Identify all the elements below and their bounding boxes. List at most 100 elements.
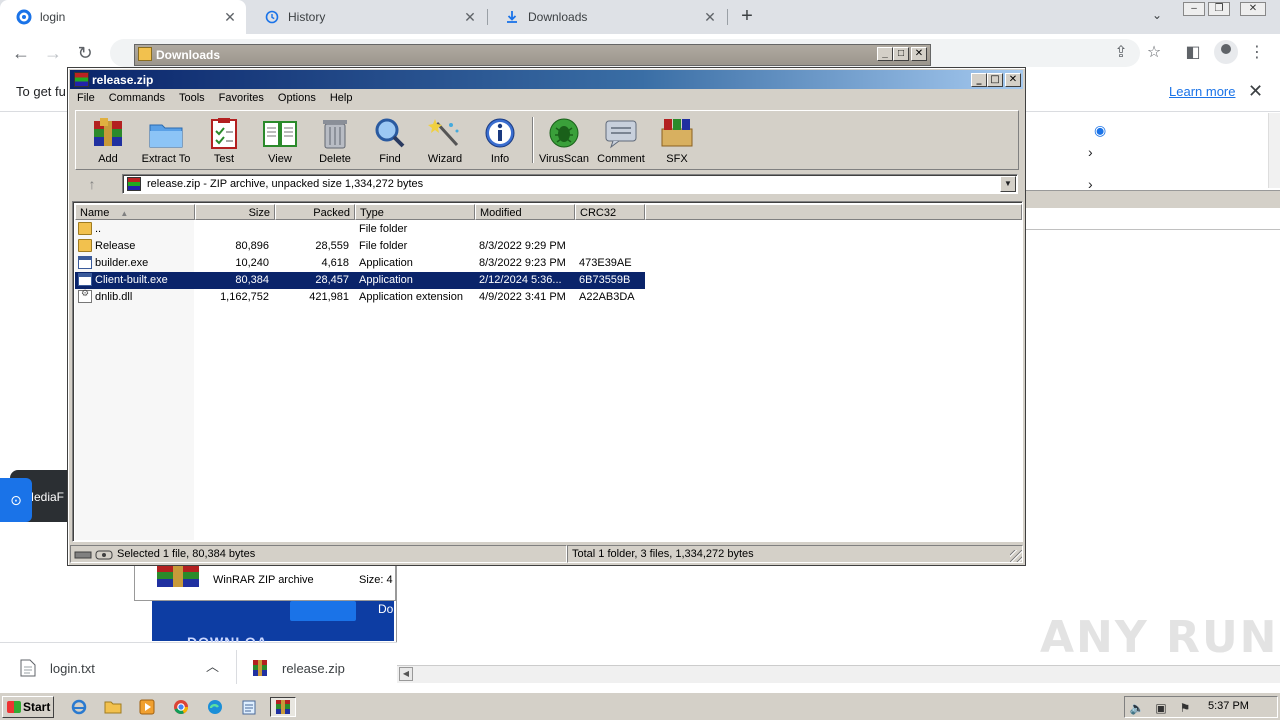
- learn-more-link[interactable]: Learn more: [1169, 84, 1235, 99]
- extract-to-button[interactable]: Extract To: [138, 113, 194, 167]
- winrar-archive-icon: [127, 177, 141, 191]
- file-list[interactable]: Name ▲ Size Packed Type Modified CRC32 .…: [72, 201, 1023, 542]
- menu-commands[interactable]: Commands: [102, 89, 172, 108]
- close-button[interactable]: ✕: [911, 47, 927, 61]
- close-icon[interactable]: ✕: [462, 9, 478, 25]
- table-row[interactable]: .. File folder: [75, 221, 645, 238]
- close-icon[interactable]: ✕: [222, 9, 238, 25]
- back-arrow-icon[interactable]: ←: [10, 42, 32, 64]
- windows-logo-icon: [7, 701, 21, 713]
- size-label: Size: 4: [359, 574, 393, 586]
- background-panel-band: [1025, 190, 1280, 208]
- share-icon[interactable]: ⇪: [1110, 42, 1132, 64]
- wizard-button[interactable]: Wizard: [417, 113, 473, 167]
- tab-login[interactable]: login ✕: [0, 0, 246, 34]
- maximize-button[interactable]: □: [987, 73, 1003, 87]
- tab-search-chevron-icon[interactable]: ⌄: [1152, 8, 1162, 22]
- close-icon[interactable]: ✕: [702, 9, 718, 25]
- download-button[interactable]: [290, 601, 356, 621]
- start-button[interactable]: Start: [2, 696, 54, 718]
- comment-button[interactable]: Comment: [593, 113, 649, 167]
- taskbar-clock[interactable]: 5:37 PM: [1208, 700, 1249, 712]
- table-row[interactable]: builder.exe 10,240 4,618 Application 8/3…: [75, 255, 645, 272]
- scroll-left-arrow-icon[interactable]: ◀: [399, 667, 413, 681]
- archive-path-combo[interactable]: release.zip - ZIP archive, unpacked size…: [122, 174, 1018, 194]
- winrar-toolbar: Add Extract To Test View Delete Find Wiz…: [75, 110, 1019, 170]
- history-icon: [264, 9, 280, 25]
- column-header-modified[interactable]: Modified: [475, 204, 575, 220]
- column-header-type[interactable]: Type: [355, 204, 475, 220]
- view-button[interactable]: View: [252, 113, 308, 167]
- delete-button[interactable]: Delete: [307, 113, 363, 167]
- menu-tools[interactable]: Tools: [172, 89, 212, 108]
- more-menu-icon[interactable]: ⋮: [1246, 42, 1268, 64]
- info-button[interactable]: Info: [472, 113, 528, 167]
- side-panel-icon[interactable]: ◧: [1182, 42, 1204, 64]
- dll-file-icon: [78, 289, 92, 303]
- explorer-title: Downloads: [156, 48, 221, 62]
- forward-arrow-icon[interactable]: →: [42, 42, 64, 64]
- dropdown-arrow-icon[interactable]: ▼: [1000, 176, 1016, 192]
- reload-icon[interactable]: ↻: [74, 42, 96, 64]
- table-row[interactable]: Release 80,896 28,559 File folder 8/3/20…: [75, 238, 645, 255]
- download-item-login[interactable]: login.txt: [20, 643, 95, 693]
- tab-downloads[interactable]: Downloads ✕: [488, 0, 726, 34]
- column-header-packed[interactable]: Packed: [275, 204, 355, 220]
- menu-help[interactable]: Help: [323, 89, 360, 108]
- menu-bar: File Commands Tools Favorites Options He…: [70, 89, 1023, 108]
- add-button[interactable]: Add: [80, 113, 136, 167]
- folder-icon: [78, 239, 92, 252]
- add-archive-icon: [90, 117, 126, 149]
- up-arrow-icon[interactable]: ↑: [75, 174, 109, 194]
- close-icon[interactable]: ✕: [1248, 81, 1263, 102]
- find-button[interactable]: Find: [362, 113, 418, 167]
- test-button[interactable]: Test: [196, 113, 252, 167]
- notepad-icon[interactable]: [238, 697, 260, 717]
- maximize-button[interactable]: □: [893, 47, 909, 61]
- status-bar: Selected 1 file, 80,384 bytes Total 1 fo…: [70, 545, 1023, 563]
- column-header-name[interactable]: Name ▲: [75, 204, 195, 220]
- column-header-size[interactable]: Size: [195, 204, 275, 220]
- action-center-flag-icon[interactable]: ⚑: [1177, 700, 1193, 716]
- chevron-up-icon[interactable]: ︿: [206, 656, 219, 675]
- file-explorer-icon[interactable]: [102, 697, 124, 717]
- toolbar-separator: [532, 117, 534, 163]
- edge-icon[interactable]: [204, 697, 226, 717]
- folder-icon: [138, 47, 152, 61]
- column-header-crc32[interactable]: CRC32: [575, 204, 645, 220]
- explorer-titlebar[interactable]: [134, 44, 931, 66]
- accessibility-icon[interactable]: ⊙: [0, 478, 32, 522]
- profile-avatar[interactable]: [1214, 40, 1238, 64]
- tab-history[interactable]: History ✕: [248, 0, 486, 34]
- download-item-release[interactable]: release.zip: [252, 643, 345, 693]
- media-player-icon[interactable]: [136, 697, 158, 717]
- eye-icon[interactable]: ◉: [1094, 122, 1106, 139]
- page-scrollbar[interactable]: [1268, 113, 1280, 188]
- table-row-selected[interactable]: Client-built.exe 80,384 28,457 Applicati…: [75, 272, 645, 289]
- new-tab-button[interactable]: +: [736, 6, 758, 28]
- window-restore-button[interactable]: ❐: [1208, 2, 1230, 16]
- close-button[interactable]: ✕: [1005, 73, 1021, 87]
- bookmark-star-icon[interactable]: ☆: [1143, 42, 1165, 64]
- menu-file[interactable]: File: [70, 89, 102, 108]
- virusscan-button[interactable]: VirusScan: [536, 113, 592, 167]
- chevron-right-icon[interactable]: ›: [1088, 144, 1093, 160]
- comment-icon: [603, 117, 639, 149]
- window-close-button[interactable]: ✕: [1240, 2, 1266, 16]
- internet-explorer-icon[interactable]: [68, 697, 90, 717]
- menu-options[interactable]: Options: [271, 89, 323, 108]
- table-row[interactable]: dnlib.dll 1,162,752 421,981 Application …: [75, 289, 645, 306]
- window-minimize-button[interactable]: –: [1183, 2, 1205, 16]
- winrar-titlebar[interactable]: release.zip _ □ ✕: [70, 70, 1023, 89]
- resize-grip[interactable]: [1010, 550, 1022, 562]
- menu-favorites[interactable]: Favorites: [212, 89, 271, 108]
- network-icon[interactable]: ▣: [1153, 700, 1169, 716]
- sfx-button[interactable]: SFX: [649, 113, 705, 167]
- horizontal-scrollbar[interactable]: [397, 665, 1280, 683]
- winrar-task-icon[interactable]: [270, 697, 296, 717]
- sort-ascending-icon: ▲: [120, 209, 129, 218]
- volume-icon[interactable]: 🔈: [1129, 700, 1145, 716]
- minimize-button[interactable]: _: [877, 47, 893, 61]
- minimize-button[interactable]: _: [971, 73, 987, 87]
- chrome-icon[interactable]: [170, 697, 192, 717]
